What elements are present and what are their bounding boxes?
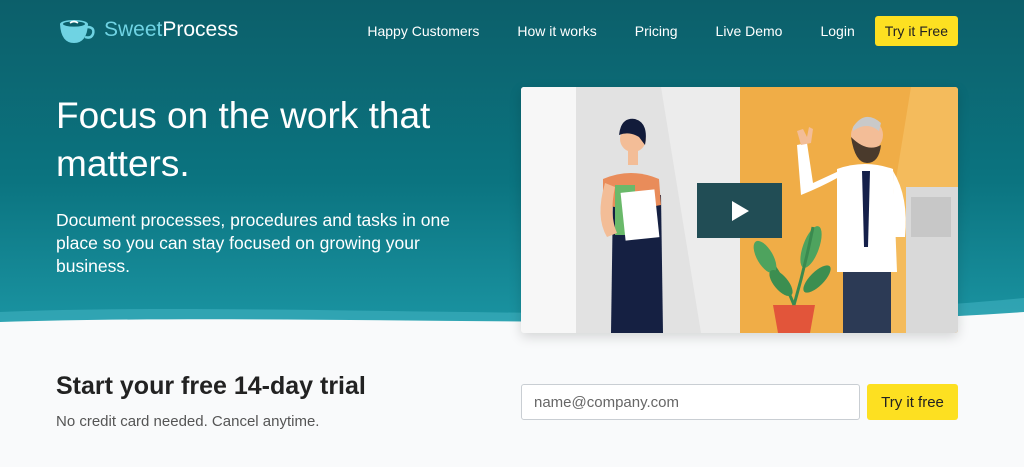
coffee-cup-logo-icon [60,20,95,43]
hero-headline: Focus on the work that matters. [56,95,431,184]
brand-name-part2: Process [162,18,239,41]
intro-video[interactable] [521,87,958,333]
nav-link-login[interactable]: Login [820,16,854,46]
nav-link-how-it-works[interactable]: How it works [517,16,596,46]
email-input[interactable] [521,384,860,420]
nav-try-free-button[interactable]: Try it Free [874,16,958,46]
brand-name: SweetProcess [104,18,238,42]
trial-title: Start your free 14-day trial [56,372,366,400]
brand-logo[interactable]: SweetProcess [58,15,238,45]
nav-link-live-demo[interactable]: Live Demo [716,16,783,46]
nav-link-pricing[interactable]: Pricing [635,16,678,46]
trial-subtitle: No credit card needed. Cancel anytime. [56,413,320,430]
video-play-button[interactable] [697,183,782,238]
top-navigation: Happy Customers How it works Pricing Liv… [329,16,958,46]
hero-subtext: Document processes, procedures and tasks… [56,210,450,276]
try-it-free-button[interactable]: Try it free [867,384,958,420]
play-icon [731,200,749,221]
brand-name-part1: Sweet [104,18,163,41]
nav-link-happy-customers[interactable]: Happy Customers [367,16,479,46]
